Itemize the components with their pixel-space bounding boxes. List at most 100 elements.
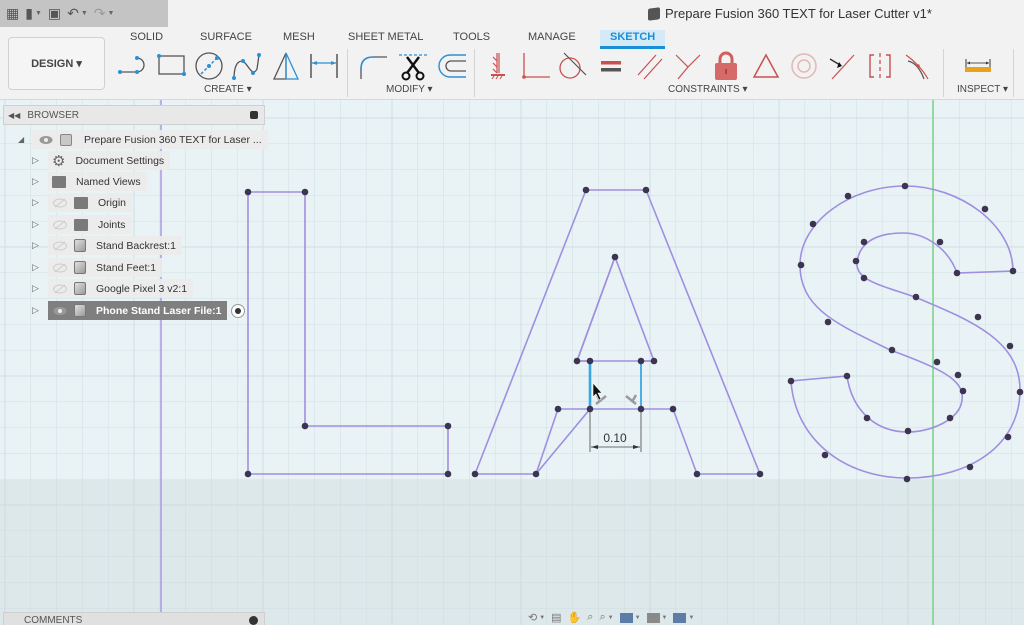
sketch-point[interactable] bbox=[756, 470, 764, 478]
sketch-point[interactable] bbox=[953, 269, 961, 277]
rectangle-tool-button[interactable] bbox=[155, 49, 189, 83]
display-settings-button[interactable]: ▼ bbox=[619, 612, 641, 623]
browser-item[interactable]: ▷ Origin bbox=[32, 193, 133, 212]
look-at-button[interactable]: ▤ bbox=[551, 611, 561, 624]
offset-tool-button[interactable] bbox=[435, 49, 469, 83]
sketch-point[interactable] bbox=[554, 405, 562, 413]
expand-triangle-icon[interactable]: ▷ bbox=[32, 262, 42, 273]
sketch-point[interactable] bbox=[966, 463, 974, 471]
file-menu-button[interactable]: ▮ ▼ bbox=[25, 4, 42, 24]
fillet-tool-button[interactable] bbox=[356, 49, 390, 83]
tab-tools[interactable]: TOOLS bbox=[443, 30, 500, 46]
create-menu[interactable]: CREATE ▾ bbox=[204, 84, 252, 95]
collapse-triangle-icon[interactable]: ◢ bbox=[18, 135, 28, 144]
undo-button[interactable]: ↶ ▼ bbox=[67, 4, 88, 24]
sketch-point[interactable] bbox=[642, 186, 650, 194]
expand-triangle-icon[interactable]: ▷ bbox=[32, 176, 42, 187]
sketch-point[interactable] bbox=[809, 220, 817, 228]
sketch-point[interactable] bbox=[444, 470, 452, 478]
sketch-point[interactable] bbox=[974, 313, 982, 321]
sketch-point[interactable] bbox=[301, 188, 309, 196]
fix-lock-button[interactable] bbox=[709, 49, 743, 83]
collapse-panel-icon[interactable]: ◀◀ bbox=[8, 111, 20, 120]
sketch-point[interactable] bbox=[904, 427, 912, 435]
sketch-point[interactable] bbox=[693, 470, 701, 478]
sketch-point[interactable] bbox=[669, 405, 677, 413]
sketch-point[interactable] bbox=[244, 470, 252, 478]
sketch-point[interactable] bbox=[573, 357, 581, 365]
perpendicular-constraint-button[interactable] bbox=[519, 49, 553, 83]
parallel-constraint-button[interactable] bbox=[633, 49, 667, 83]
sketch-point[interactable] bbox=[888, 346, 896, 354]
sketch-point[interactable] bbox=[903, 475, 911, 483]
sketch-point[interactable] bbox=[650, 357, 658, 365]
tab-solid[interactable]: SOLID bbox=[120, 30, 173, 46]
sketch-point[interactable] bbox=[444, 422, 452, 430]
sketch-point[interactable] bbox=[1004, 433, 1012, 441]
sketch-point[interactable] bbox=[787, 377, 795, 385]
concentric-constraint-button[interactable] bbox=[787, 49, 821, 83]
browser-item[interactable]: ▷ Phone Stand Laser File:1 bbox=[32, 301, 246, 320]
fix-constraint-button[interactable] bbox=[482, 49, 516, 83]
sketch-point[interactable] bbox=[1006, 342, 1014, 350]
zoom-window-button[interactable]: ⌕ bbox=[587, 611, 593, 624]
mirror-tool-button[interactable] bbox=[269, 49, 303, 83]
expand-triangle-icon[interactable]: ▷ bbox=[32, 219, 42, 230]
visibility-hidden-icon[interactable] bbox=[52, 262, 68, 274]
sketch-point[interactable] bbox=[959, 387, 967, 395]
sketch-point[interactable] bbox=[821, 451, 829, 459]
sketch-point[interactable] bbox=[901, 182, 909, 190]
browser-root-item[interactable]: ◢ Prepare Fusion 360 TEXT for Laser ... bbox=[18, 130, 268, 149]
measure-tool-button[interactable] bbox=[961, 49, 995, 83]
browser-item[interactable]: ▷ Joints bbox=[32, 215, 132, 234]
sketch-point[interactable] bbox=[797, 261, 805, 269]
collinear-constraint-button[interactable] bbox=[671, 49, 705, 83]
sketch-point[interactable] bbox=[586, 357, 594, 365]
sketch-point[interactable] bbox=[946, 414, 954, 422]
browser-item[interactable]: ▷ Named Views bbox=[32, 172, 147, 191]
sketch-canvas[interactable]: 0.10 bbox=[0, 100, 1024, 625]
sketch-point[interactable] bbox=[532, 470, 540, 478]
symmetry-constraint-button[interactable] bbox=[863, 49, 897, 83]
browser-item[interactable]: ▷ Stand Backrest:1 bbox=[32, 236, 182, 255]
sketch-point[interactable] bbox=[954, 371, 962, 379]
equal-constraint-button[interactable] bbox=[594, 49, 628, 83]
sketch-point[interactable] bbox=[301, 422, 309, 430]
sketch-point[interactable] bbox=[933, 358, 941, 366]
sketch-point[interactable] bbox=[637, 357, 645, 365]
sketch-point[interactable] bbox=[860, 238, 868, 246]
viewports-button[interactable]: ▼ bbox=[673, 612, 694, 623]
visibility-hidden-icon[interactable] bbox=[52, 283, 68, 295]
document-tab[interactable]: Prepare Fusion 360 TEXT for Laser Cutter… bbox=[648, 6, 932, 21]
sketch-point[interactable] bbox=[244, 188, 252, 196]
browser-item[interactable]: ▷ Stand Feet:1 bbox=[32, 258, 163, 277]
pan-button[interactable]: ✋ bbox=[568, 611, 582, 624]
tab-surface[interactable]: SURFACE bbox=[190, 30, 262, 46]
sketch-point[interactable] bbox=[860, 274, 868, 282]
sketch-point[interactable] bbox=[912, 293, 920, 301]
sketch-point[interactable] bbox=[586, 405, 594, 413]
grid-settings-button[interactable]: ▼ bbox=[646, 612, 667, 623]
sketch-point[interactable] bbox=[843, 372, 851, 380]
expand-triangle-icon[interactable]: ▷ bbox=[32, 283, 42, 294]
expand-triangle-icon[interactable]: ▷ bbox=[32, 155, 42, 166]
tangent-constraint-button[interactable] bbox=[555, 49, 589, 83]
comments-panel[interactable]: COMMENTS bbox=[3, 612, 265, 625]
sketch-point[interactable] bbox=[471, 470, 479, 478]
sketch-point[interactable] bbox=[611, 253, 619, 261]
apps-grid-icon[interactable]: ▦ bbox=[6, 4, 19, 24]
visibility-eye-icon[interactable] bbox=[52, 305, 68, 317]
modify-menu[interactable]: MODIFY ▾ bbox=[386, 84, 433, 95]
expand-triangle-icon[interactable]: ▷ bbox=[32, 197, 42, 208]
sketch-dimension-tool-button[interactable] bbox=[307, 49, 341, 83]
sketch-point[interactable] bbox=[1009, 267, 1017, 275]
save-icon[interactable]: ▣ bbox=[48, 4, 61, 24]
constraints-menu[interactable]: CONSTRAINTS ▾ bbox=[668, 84, 747, 95]
add-comment-icon[interactable] bbox=[249, 616, 258, 625]
inspect-menu[interactable]: INSPECT ▾ bbox=[957, 84, 1008, 95]
spline-tool-button[interactable] bbox=[230, 49, 264, 83]
pin-panel-icon[interactable] bbox=[250, 111, 258, 119]
tab-sketch[interactable]: SKETCH bbox=[600, 30, 666, 49]
tab-mesh[interactable]: MESH bbox=[273, 30, 325, 46]
orbit-button[interactable]: ⟲ ▼ bbox=[528, 611, 545, 624]
